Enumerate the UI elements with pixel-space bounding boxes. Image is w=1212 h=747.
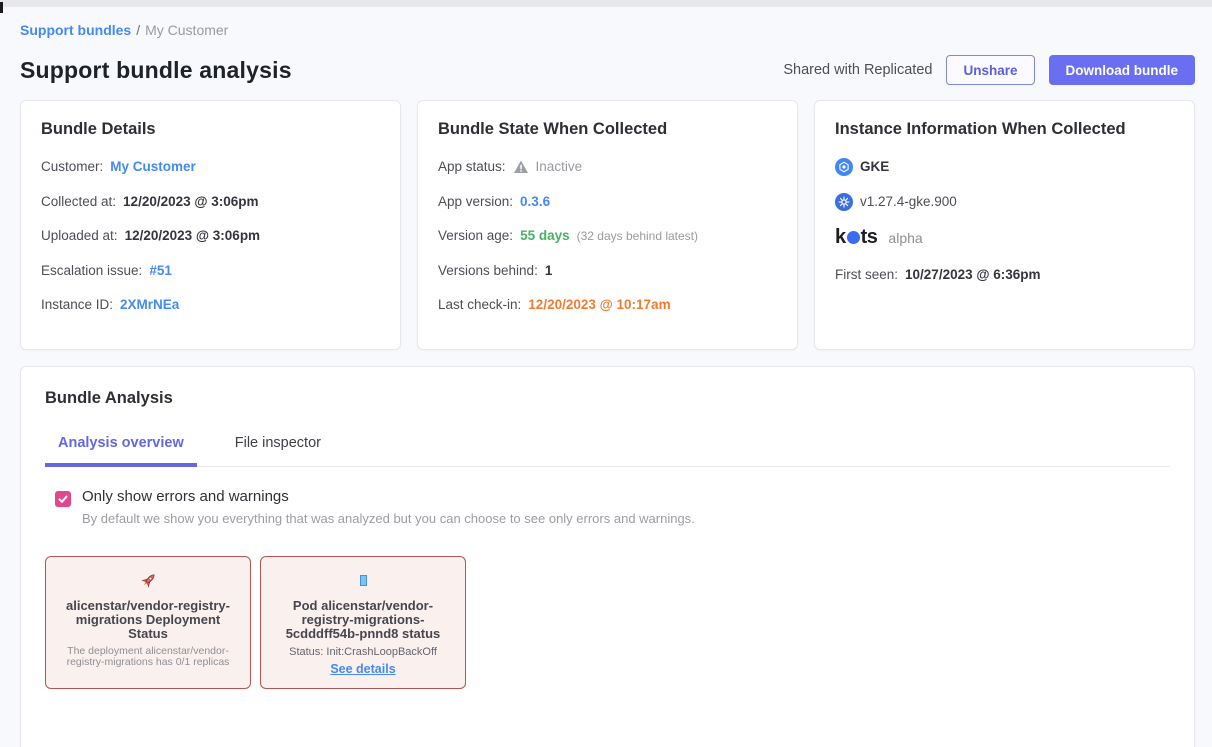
filter-label[interactable]: Only show errors and warnings	[82, 488, 695, 505]
analysis-tabs: Analysis overview File inspector	[45, 435, 1170, 467]
last-checkin-row: Last check-in: 12/20/2023 @ 10:17am	[438, 295, 777, 315]
analyzer-title: Pod alicenstar/vendor-registry-migration…	[270, 599, 456, 641]
uploaded-at-value: 12/20/2023 @ 3:06pm	[125, 226, 261, 246]
app-status-row: App status: Inactive	[438, 157, 777, 177]
unshare-button[interactable]: Unshare	[946, 55, 1034, 85]
header-actions: Shared with Replicated Unshare Download …	[783, 55, 1195, 85]
see-details-link[interactable]: See details	[330, 662, 395, 676]
app-version-label: App version:	[438, 192, 513, 212]
customer-link[interactable]: My Customer	[110, 157, 196, 177]
collected-at-row: Collected at: 12/20/2023 @ 3:06pm	[41, 192, 380, 212]
instance-id-link[interactable]: 2XMrNEa	[120, 295, 179, 315]
versions-behind-row: Versions behind: 1	[438, 261, 777, 281]
last-checkin-label: Last check-in:	[438, 295, 521, 315]
uploaded-at-row: Uploaded at: 12/20/2023 @ 3:06pm	[41, 226, 380, 246]
k8s-version-value: v1.27.4-gke.900	[860, 192, 957, 212]
app-version-link[interactable]: 0.3.6	[520, 192, 550, 212]
escalation-issue-row: Escalation issue: #51	[41, 261, 380, 281]
top-window-strip	[0, 0, 1212, 7]
support-bundle-analysis-page: Support bundles / My Customer Support bund…	[0, 7, 1212, 747]
distribution-value: GKE	[860, 157, 889, 177]
escalation-issue-link[interactable]: #51	[149, 261, 172, 281]
kots-logo-dot	[847, 231, 860, 244]
instance-info-card: Instance Information When Collected GKE …	[814, 100, 1195, 350]
kots-logo: kts	[835, 226, 877, 249]
bundle-state-title: Bundle State When Collected	[438, 120, 777, 139]
tab-file-inspector[interactable]: File inspector	[222, 435, 334, 467]
last-checkin-value: 12/20/2023 @ 10:17am	[528, 295, 670, 315]
bundle-analysis-title: Bundle Analysis	[45, 389, 1170, 408]
app-status-value: Inactive	[536, 157, 583, 177]
bundle-details-title: Bundle Details	[41, 120, 380, 139]
version-age-row: Version age: 55 days (32 days behind lat…	[438, 226, 777, 246]
bundle-details-card: Bundle Details Customer: My Customer Col…	[20, 100, 401, 350]
customer-row: Customer: My Customer	[41, 157, 380, 177]
versions-behind-value: 1	[545, 261, 553, 281]
kubernetes-icon	[835, 193, 853, 211]
page-title: Support bundle analysis	[20, 57, 292, 84]
bundle-analysis-card: Bundle Analysis Analysis overview File i…	[20, 366, 1195, 747]
filter-description: By default we show you everything that w…	[82, 511, 695, 526]
escalation-issue-label: Escalation issue:	[41, 261, 142, 281]
analyzer-results: alicenstar/vendor-registry-migrations De…	[45, 556, 1170, 689]
version-age-value: 55 days	[520, 226, 570, 246]
errors-warnings-filter: Only show errors and warnings By default…	[45, 488, 1170, 526]
kots-row: kts alpha	[835, 226, 1174, 249]
distribution-row: GKE	[835, 157, 1174, 177]
first-seen-row: First seen: 10/27/2023 @ 6:36pm	[835, 265, 1174, 285]
k8s-version-row: v1.27.4-gke.900	[835, 192, 1174, 212]
warning-triangle-icon	[513, 159, 529, 175]
broken-image-icon	[270, 569, 456, 593]
analyzer-card-pod-status: Pod alicenstar/vendor-registry-migration…	[260, 556, 466, 689]
analyzer-title: alicenstar/vendor-registry-migrations De…	[55, 599, 241, 641]
shared-status-text: Shared with Replicated	[783, 62, 932, 78]
analyzer-message: The deployment alicenstar/vendor-registr…	[55, 646, 241, 668]
collected-at-value: 12/20/2023 @ 3:06pm	[123, 192, 259, 212]
version-age-note: (32 days behind latest)	[577, 226, 698, 246]
filter-text: Only show errors and warnings By default…	[82, 488, 695, 526]
kots-version-value: alpha	[888, 230, 922, 246]
instance-id-row: Instance ID: 2XMrNEa	[41, 295, 380, 315]
version-age-label: Version age:	[438, 226, 513, 246]
analyzer-status-text: Status: Init:CrashLoopBackOff	[270, 646, 456, 658]
app-status-label: App status:	[438, 157, 506, 177]
customer-label: Customer:	[41, 157, 103, 177]
download-bundle-button[interactable]: Download bundle	[1049, 55, 1196, 85]
app-version-row: App version: 0.3.6	[438, 192, 777, 212]
tab-analysis-overview[interactable]: Analysis overview	[45, 435, 197, 467]
versions-behind-label: Versions behind:	[438, 261, 538, 281]
page-header: Support bundle analysis Shared with Repl…	[20, 55, 1195, 85]
breadcrumb-current: My Customer	[145, 22, 228, 38]
breadcrumb-support-bundles-link[interactable]: Support bundles	[20, 22, 131, 38]
errors-warnings-checkbox[interactable]	[55, 491, 71, 507]
info-cards-row: Bundle Details Customer: My Customer Col…	[20, 100, 1195, 350]
uploaded-at-label: Uploaded at:	[41, 226, 118, 246]
breadcrumb-separator: /	[136, 22, 140, 38]
collected-at-label: Collected at:	[41, 192, 116, 212]
instance-id-label: Instance ID:	[41, 295, 113, 315]
breadcrumb: Support bundles / My Customer	[20, 22, 1195, 38]
gke-icon	[835, 158, 853, 176]
rocket-icon	[55, 569, 241, 593]
first-seen-value: 10/27/2023 @ 6:36pm	[905, 265, 1041, 285]
analyzer-card-deployment-status: alicenstar/vendor-registry-migrations De…	[45, 556, 251, 689]
first-seen-label: First seen:	[835, 265, 898, 285]
instance-info-title: Instance Information When Collected	[835, 120, 1174, 139]
bundle-state-card: Bundle State When Collected App status: …	[417, 100, 798, 350]
